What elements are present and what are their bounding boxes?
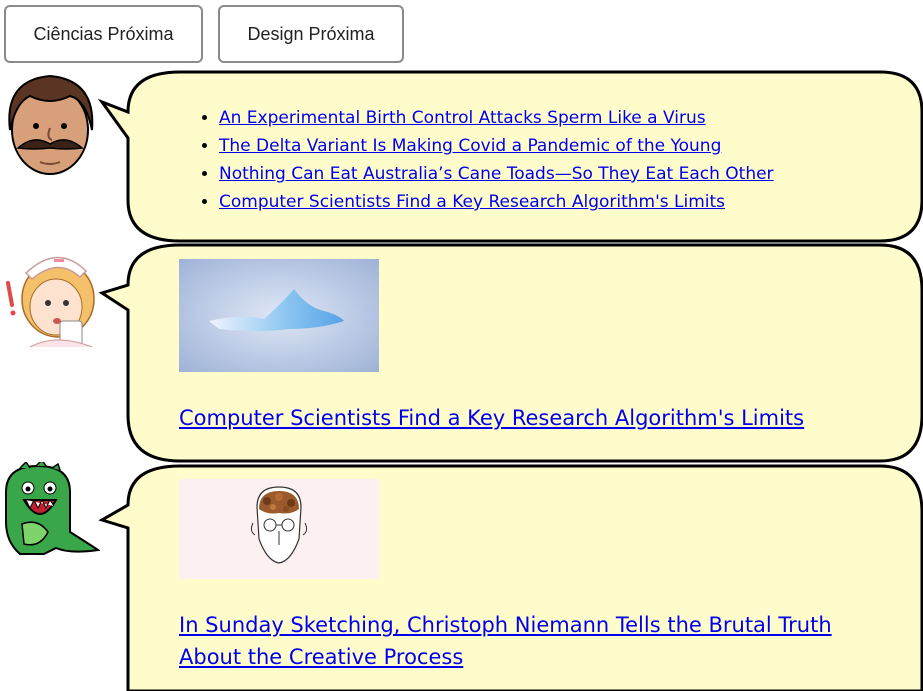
list-item: An Experimental Birth Control Attacks Sp… xyxy=(219,104,899,132)
article-title-link-2[interactable]: Computer Scientists Find a Key Research … xyxy=(179,406,804,430)
design-next-button[interactable]: Design Próxima xyxy=(218,5,404,63)
article-link-4[interactable]: Computer Scientists Find a Key Research … xyxy=(219,192,725,212)
article-link-3[interactable]: Nothing Can Eat Australia’s Cane Toads—S… xyxy=(219,164,774,184)
bubble-3-content: In Sunday Sketching, Christoph Niemann T… xyxy=(179,479,899,673)
green-monster-avatar xyxy=(5,462,100,555)
article-link-list: An Experimental Birth Control Attacks Sp… xyxy=(179,104,899,216)
bubble-2-content: Computer Scientists Find a Key Research … xyxy=(179,259,899,434)
list-item: The Delta Variant Is Making Covid a Pand… xyxy=(219,132,899,160)
article-title-link-3[interactable]: In Sunday Sketching, Christoph Niemann T… xyxy=(179,613,832,669)
list-item: Computer Scientists Find a Key Research … xyxy=(219,188,899,216)
bubble-1-content: An Experimental Birth Control Attacks Sp… xyxy=(179,104,899,216)
article-link-1[interactable]: An Experimental Birth Control Attacks Sp… xyxy=(219,108,706,128)
article-thumbnail-2[interactable] xyxy=(179,479,379,579)
list-item: Nothing Can Eat Australia’s Cane Toads—S… xyxy=(219,160,899,188)
nurse-avatar xyxy=(6,256,95,348)
article-thumbnail-1[interactable] xyxy=(179,259,379,372)
science-next-button[interactable]: Ciências Próxima xyxy=(4,5,203,63)
article-link-2[interactable]: The Delta Variant Is Making Covid a Pand… xyxy=(219,136,721,156)
mustache-man-avatar xyxy=(8,74,94,175)
